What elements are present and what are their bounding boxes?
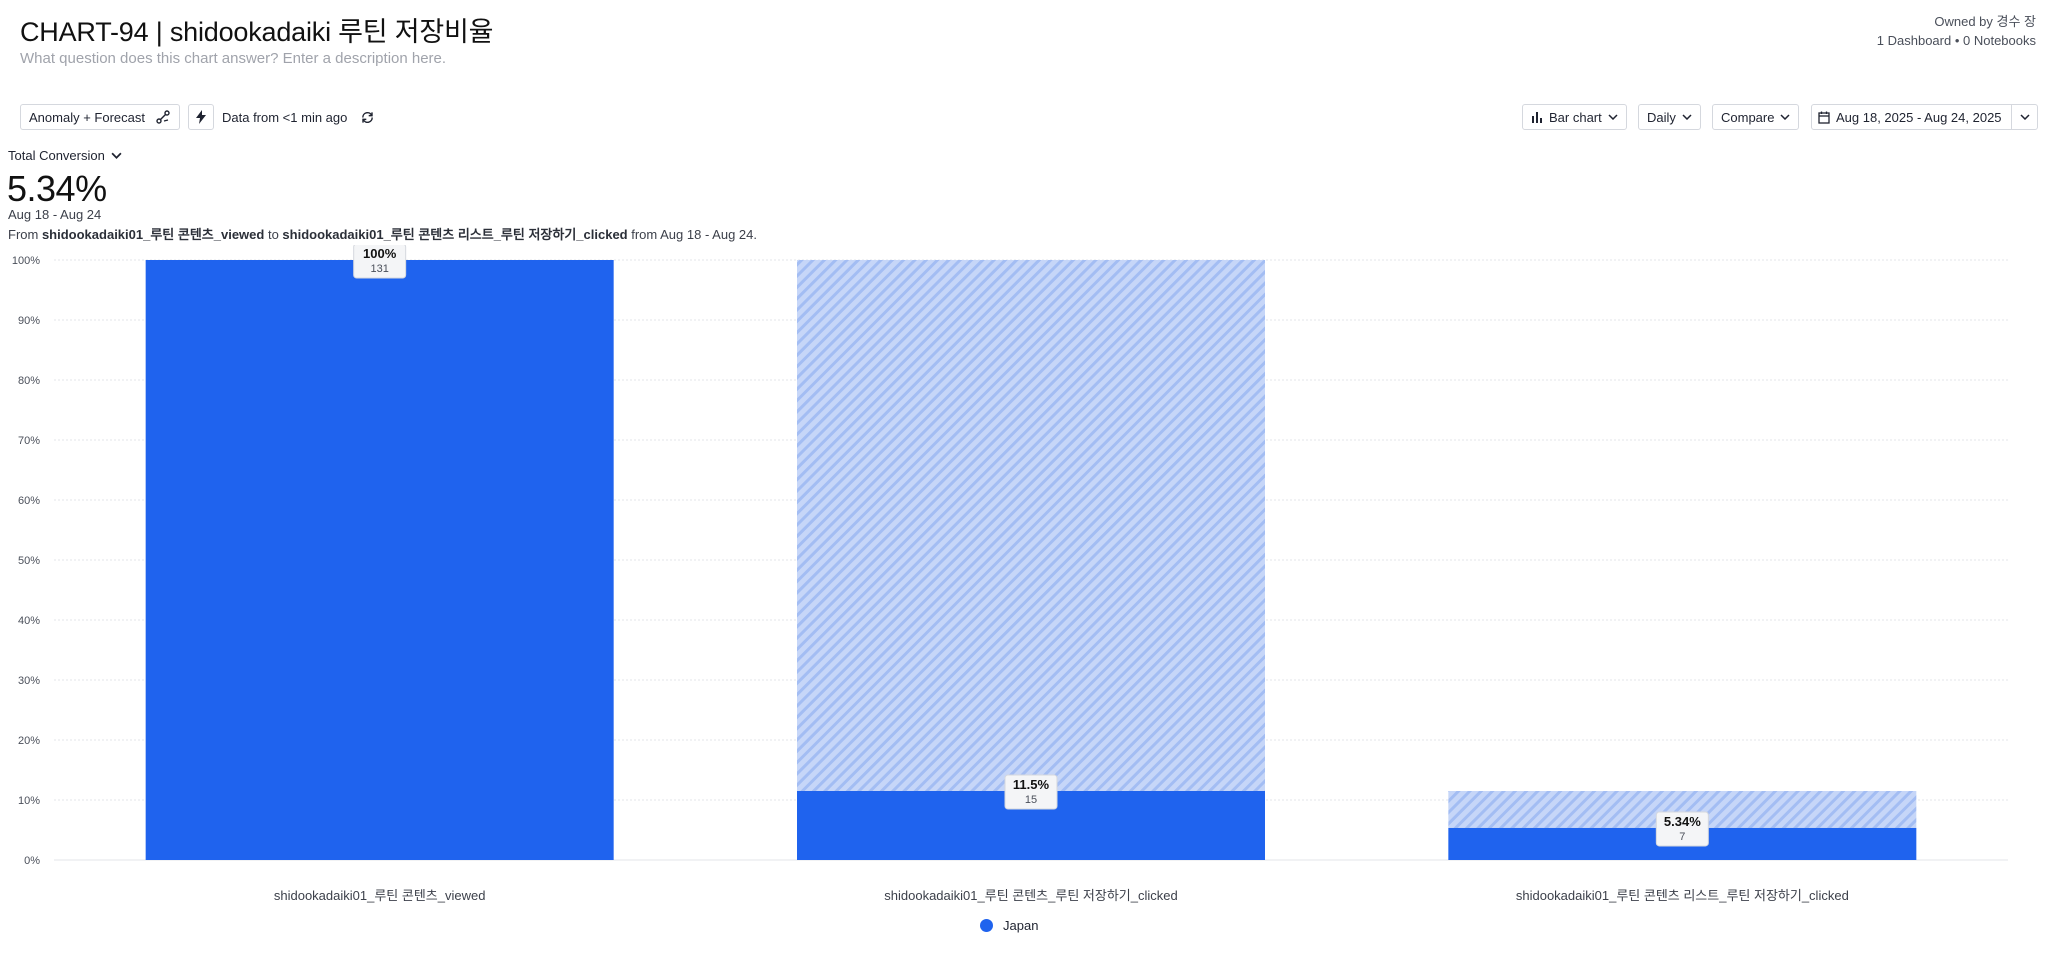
from-event: shidookadaiki01_루틴 콘텐츠_viewed (41, 227, 265, 242)
bar-percent-label: 11.5% (1013, 777, 1050, 792)
legend-label[interactable]: Japan (1003, 918, 1038, 933)
chart-type-select[interactable]: Bar chart (1522, 104, 1627, 130)
bar-data-label: 5.34% 7 (1655, 811, 1709, 847)
y-tick-label: 90% (18, 315, 40, 327)
metric-select[interactable]: Total Conversion (8, 146, 122, 164)
instant-refresh-button[interactable] (188, 104, 214, 130)
bar-chart-icon (1531, 111, 1543, 123)
bar-percent-label: 5.34% (1664, 814, 1701, 829)
anomaly-forecast-label: Anomaly + Forecast (29, 109, 145, 125)
y-tick-label: 20% (18, 735, 40, 747)
x-tick-label: shidookadaiki01_루틴 콘텐츠 리스트_루틴 저장하기_click… (1516, 888, 1849, 903)
description-field[interactable]: What question does this chart answer? En… (20, 50, 446, 67)
date-range-summary: Aug 18 - Aug 24 (8, 207, 102, 222)
refresh-icon[interactable] (360, 104, 375, 130)
date-range-label: Aug 18, 2025 - Aug 24, 2025 (1836, 109, 2002, 125)
total-conversion-value: 5.34% (7, 168, 107, 209)
y-tick-label: 70% (18, 435, 40, 447)
date-range-chevron[interactable] (2011, 105, 2037, 129)
metric-label: Total Conversion (8, 147, 105, 163)
funnel-bar-chart: 0% 10% 20% 30% 40% 50% 60% 70% 80% 90% 100% 100% 13… (12, 245, 2008, 903)
legend-dot (980, 919, 993, 932)
conversion-bar[interactable] (145, 260, 614, 860)
desc-mid: to (264, 227, 283, 242)
bar-count-label: 7 (1679, 831, 1685, 843)
chart-type-label: Bar chart (1549, 109, 1602, 125)
desc-prefix: From (8, 227, 42, 242)
interval-label: Daily (1647, 109, 1676, 125)
bar-count-label: 15 (1025, 794, 1037, 806)
dropoff-bar[interactable] (797, 260, 1265, 791)
owner-label[interactable]: Owned by 경수 장 (1877, 12, 2036, 31)
x-tick-label: shidookadaiki01_루틴 콘텐츠_viewed (274, 888, 486, 903)
data-freshness: Data from <1 min ago (222, 104, 347, 130)
y-tick-label: 50% (18, 555, 40, 567)
bar-count-label: 131 (370, 263, 388, 275)
y-tick-label: 80% (18, 375, 40, 387)
compare-select[interactable]: Compare (1712, 104, 1800, 130)
chevron-down-icon (111, 152, 122, 159)
owner-info: Owned by 경수 장 1 Dashboard • 0 Notebooks (1877, 12, 2036, 50)
chevron-down-icon (1682, 114, 1692, 120)
y-tick-label: 0% (24, 855, 40, 867)
page-title: CHART-94 | shidookadaiki 루틴 저장비율 (20, 17, 494, 47)
data-freshness-label: Data from <1 min ago (222, 109, 348, 125)
forecast-icon (155, 109, 171, 125)
x-tick-label: shidookadaiki01_루틴 콘텐츠_루틴 저장하기_clicked (884, 888, 1177, 903)
desc-suffix: from Aug 18 - Aug 24. (627, 227, 757, 242)
legend: Japan (980, 918, 1038, 933)
y-tick-label: 40% (18, 615, 40, 627)
compare-label: Compare (1721, 109, 1775, 125)
anomaly-forecast-button[interactable]: Anomaly + Forecast (20, 104, 180, 130)
lightning-icon (195, 110, 207, 124)
calendar-icon (1818, 111, 1830, 124)
bar-percent-label: 100% (363, 246, 397, 261)
chevron-down-icon (1608, 114, 1618, 120)
bar-data-label: 11.5% 15 (1004, 774, 1058, 810)
conversion-description: From shidookadaiki01_루틴 콘텐츠_viewed to sh… (8, 224, 757, 243)
y-tick-label: 60% (18, 495, 40, 507)
bar-data-label: 100% 131 (353, 245, 407, 279)
chevron-down-icon (2019, 114, 2030, 120)
y-tick-label: 30% (18, 675, 40, 687)
interval-select[interactable]: Daily (1638, 104, 1701, 130)
y-tick-label: 100% (12, 255, 40, 267)
to-event: shidookadaiki01_루틴 콘텐츠 리스트_루틴 저장하기_click… (282, 227, 628, 242)
chevron-down-icon (1780, 114, 1790, 120)
y-tick-label: 10% (18, 795, 40, 807)
date-range-picker[interactable]: Aug 18, 2025 - Aug 24, 2025 (1811, 104, 2038, 130)
dashboard-notebook-counts[interactable]: 1 Dashboard • 0 Notebooks (1877, 31, 2036, 50)
